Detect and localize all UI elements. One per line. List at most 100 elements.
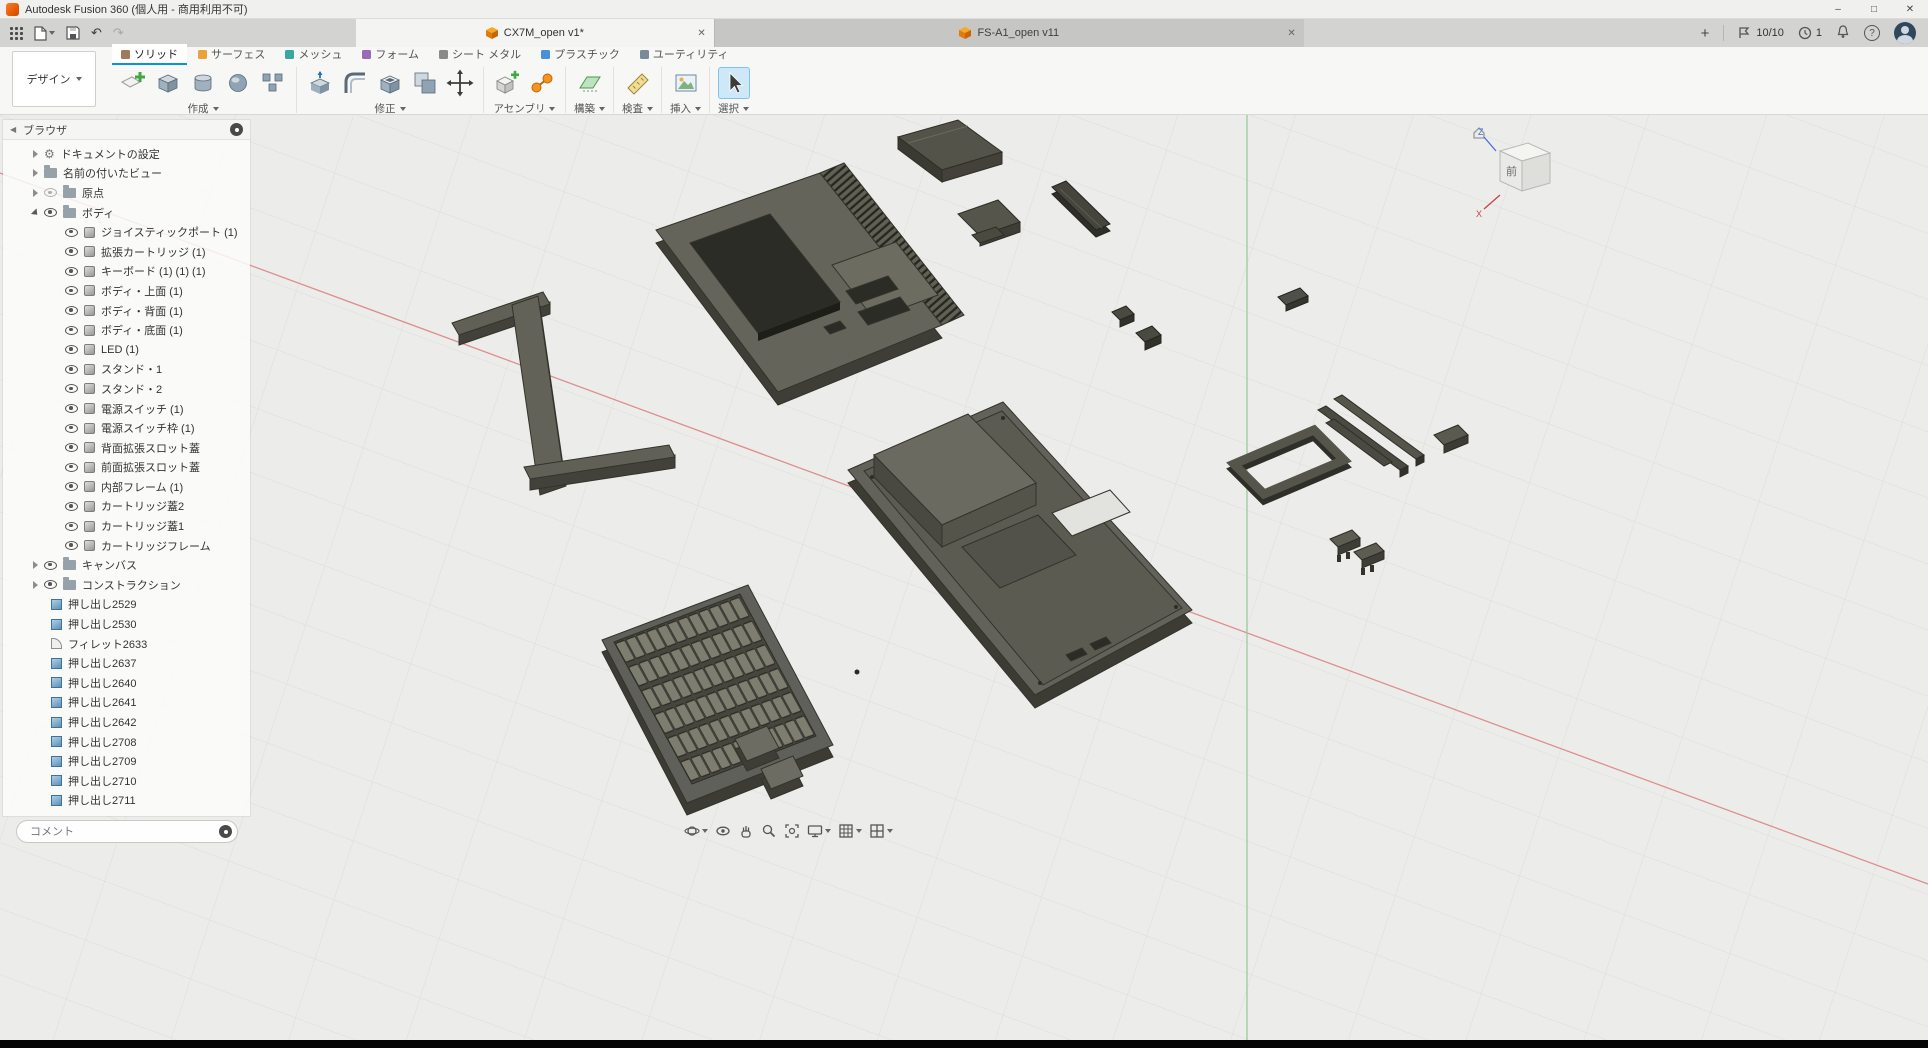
visibility-eye-icon[interactable] xyxy=(65,424,78,433)
app-grid-menu-button[interactable] xyxy=(10,27,23,40)
browser-item-canvases[interactable]: キャンバス xyxy=(3,555,250,575)
browser-item-feature[interactable]: 押し出し2641 xyxy=(3,693,250,713)
construct-menu-button[interactable]: 構築 xyxy=(574,101,605,116)
construct-plane-button[interactable] xyxy=(575,68,605,98)
browser-item-body[interactable]: カートリッジ蓋1 xyxy=(3,516,250,536)
browser-item-body[interactable]: 拡張カートリッジ (1) xyxy=(3,242,250,262)
tab-form[interactable]: フォーム xyxy=(353,44,428,65)
browser-item-body[interactable]: 電源スイッチ枠 (1) xyxy=(3,418,250,438)
browser-item-feature[interactable]: 押し出し2640 xyxy=(3,673,250,693)
notification-status-button[interactable]: 1 xyxy=(1798,26,1822,40)
visibility-eye-icon[interactable] xyxy=(65,247,78,256)
tab-solid[interactable]: ソリッド xyxy=(112,44,187,65)
viewcube[interactable]: Z X 前 xyxy=(1466,123,1566,223)
tab-close-icon[interactable]: ✕ xyxy=(1287,28,1295,39)
undo-button[interactable]: ↶ xyxy=(91,25,102,41)
fit-button[interactable] xyxy=(784,823,800,839)
visibility-eye-icon[interactable] xyxy=(65,228,78,237)
doc-tab-cx7m[interactable]: CX7M_open v1* ✕ xyxy=(356,19,714,47)
expand-arrow-icon[interactable] xyxy=(33,581,38,589)
pan-button[interactable] xyxy=(738,823,754,839)
orbit-button[interactable] xyxy=(684,823,708,839)
assembly-menu-button[interactable]: アセンブリ xyxy=(494,101,556,116)
measure-button[interactable] xyxy=(623,68,653,98)
job-status-button[interactable]: 10/10 xyxy=(1738,26,1784,40)
browser-item-body[interactable]: 内部フレーム (1) xyxy=(3,477,250,497)
help-button[interactable]: ? xyxy=(1864,25,1880,41)
collapse-panel-icon[interactable]: ◀ xyxy=(10,125,16,134)
expand-arrow-icon[interactable] xyxy=(33,150,38,158)
browser-item-feature[interactable]: 押し出し2642 xyxy=(3,712,250,732)
browser-item-feature[interactable]: 押し出し2709 xyxy=(3,751,250,771)
combine-button[interactable] xyxy=(410,68,440,98)
visibility-eye-icon[interactable] xyxy=(65,541,78,550)
look-at-button[interactable] xyxy=(715,823,731,839)
press-pull-button[interactable] xyxy=(305,68,335,98)
visibility-eye-icon[interactable] xyxy=(65,443,78,452)
modify-menu-button[interactable]: 修正 xyxy=(375,101,406,116)
visibility-eye-icon[interactable] xyxy=(44,208,57,217)
browser-item-body[interactable]: ジョイスティックポート (1) xyxy=(3,222,250,242)
visibility-eye-icon[interactable] xyxy=(65,306,78,315)
visibility-eye-icon[interactable] xyxy=(65,345,78,354)
tab-sheet-metal[interactable]: シート メタル xyxy=(430,44,530,65)
visibility-eye-icon[interactable] xyxy=(44,561,57,570)
visibility-eye-icon[interactable] xyxy=(65,384,78,393)
doc-tab-fs-a1[interactable]: FS-A1_open v11 ✕ xyxy=(714,19,1304,47)
expand-arrow-icon[interactable] xyxy=(33,561,38,569)
visibility-eye-icon[interactable] xyxy=(65,326,78,335)
loose-part-dot[interactable] xyxy=(855,670,860,675)
browser-item-body[interactable]: カートリッジ蓋2 xyxy=(3,497,250,517)
redo-button[interactable]: ↷ xyxy=(113,25,124,41)
save-button[interactable] xyxy=(66,26,80,40)
visibility-eye-icon[interactable] xyxy=(65,404,78,413)
maximize-button[interactable]: □ xyxy=(1856,0,1892,18)
browser-item-bodies-folder[interactable]: ボディ xyxy=(3,203,250,223)
browser-item-body[interactable]: スタンド・2 xyxy=(3,379,250,399)
expand-arrow-icon[interactable] xyxy=(33,189,38,197)
tab-surface[interactable]: サーフェス xyxy=(189,44,274,65)
browser-item-origin[interactable]: 原点 xyxy=(3,183,250,203)
browser-item-feature[interactable]: 押し出し2530 xyxy=(3,614,250,634)
visibility-eye-icon[interactable] xyxy=(65,365,78,374)
browser-item-body[interactable]: ボディ・背面 (1) xyxy=(3,301,250,321)
tab-close-icon[interactable]: ✕ xyxy=(697,28,705,39)
create-menu-button[interactable]: 作成 xyxy=(188,101,219,116)
browser-item-body[interactable]: キーボード (1) (1) (1) xyxy=(3,262,250,282)
visibility-eye-icon[interactable] xyxy=(65,463,78,472)
comment-input[interactable] xyxy=(28,825,213,839)
close-button[interactable]: ✕ xyxy=(1892,0,1928,18)
browser-item-feature[interactable]: 押し出し2710 xyxy=(3,771,250,791)
browser-item-feature[interactable]: 押し出し2708 xyxy=(3,732,250,752)
browser-item-body[interactable]: カートリッジフレーム xyxy=(3,536,250,556)
browser-item-feature[interactable]: 押し出し2711 xyxy=(3,791,250,811)
comment-options-button[interactable] xyxy=(219,825,232,838)
expand-arrow-icon[interactable] xyxy=(31,208,40,217)
file-menu-button[interactable] xyxy=(34,26,55,41)
viewports-button[interactable] xyxy=(869,823,893,839)
3d-viewport[interactable] xyxy=(0,115,1928,1040)
select-menu-button[interactable]: 選択 xyxy=(718,101,749,116)
create-box-button[interactable] xyxy=(153,68,183,98)
browser-item-construction[interactable]: コンストラクション xyxy=(3,575,250,595)
move-copy-button[interactable] xyxy=(445,68,475,98)
fillet-button[interactable] xyxy=(340,68,370,98)
joint-button[interactable] xyxy=(527,68,557,98)
browser-item-body[interactable]: 背面拡張スロット蓋 xyxy=(3,438,250,458)
expand-arrow-icon[interactable] xyxy=(33,169,38,177)
browser-item-feature[interactable]: フィレット2633 xyxy=(3,634,250,654)
zoom-button[interactable] xyxy=(761,823,777,839)
grid-settings-button[interactable] xyxy=(838,823,862,839)
shell-button[interactable] xyxy=(375,68,405,98)
browser-item-body[interactable]: ボディ・上面 (1) xyxy=(3,281,250,301)
browser-options-button[interactable] xyxy=(230,123,243,136)
browser-item-feature[interactable]: 押し出し2637 xyxy=(3,653,250,673)
visibility-eye-icon[interactable] xyxy=(44,188,57,197)
visibility-eye-icon[interactable] xyxy=(65,267,78,276)
insert-canvas-button[interactable] xyxy=(671,68,701,98)
tab-mesh[interactable]: メッシュ xyxy=(276,44,351,65)
display-settings-button[interactable] xyxy=(807,823,831,839)
visibility-eye-icon[interactable] xyxy=(65,522,78,531)
visibility-eye-icon[interactable] xyxy=(65,286,78,295)
create-sketch-button[interactable] xyxy=(118,68,148,98)
